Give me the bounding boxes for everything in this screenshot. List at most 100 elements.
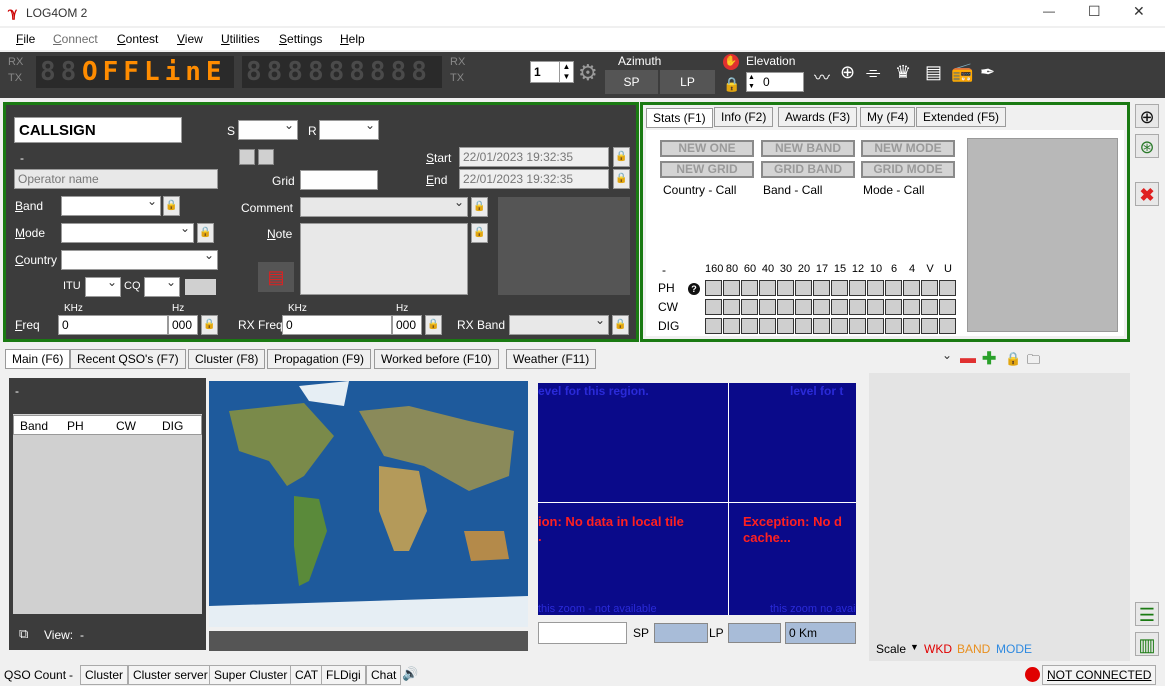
rx-freq-khz-input[interactable]: 0 — [282, 315, 392, 335]
menu-utilities[interactable]: Utilities — [221, 32, 260, 46]
s-report-select[interactable] — [238, 118, 298, 140]
chart-icon[interactable]: ▥ — [1135, 632, 1159, 656]
status-cluster[interactable]: Cluster — [80, 665, 129, 685]
pen-icon[interactable]: ✒ — [980, 62, 995, 83]
add-green-icon[interactable]: ✚ — [982, 349, 996, 369]
radio-spinner[interactable]: ▲ ▼ — [559, 62, 573, 82]
crown-icon[interactable]: ♛ — [895, 62, 911, 83]
tab-my[interactable]: My (F4) — [860, 107, 916, 127]
delete-icon[interactable]: ✖ — [1135, 182, 1159, 206]
lp-button[interactable]: LP — [660, 70, 715, 94]
menu-contest[interactable]: Contest — [117, 32, 158, 46]
antenna-icon[interactable]: ⌯ — [866, 62, 880, 83]
tab-main[interactable]: Main (F6) — [5, 349, 71, 369]
r-report-select[interactable] — [319, 118, 379, 140]
tab-propagation[interactable]: Propagation (F9) — [267, 349, 372, 369]
tab-awards[interactable]: Awards (F3) — [778, 107, 858, 127]
globe-pin-icon[interactable]: ⊛ — [1135, 134, 1159, 158]
elevation-input[interactable]: ▲ ▼ 0 — [746, 72, 804, 92]
folder-icon[interactable]: 🗀 — [1027, 351, 1040, 373]
right-panel-select[interactable] — [879, 348, 955, 371]
freq-khz-input[interactable]: 0 — [58, 315, 168, 335]
status-fldigi[interactable]: FLDigi — [321, 665, 366, 685]
tab-stats[interactable]: Stats (F1) — [646, 108, 713, 128]
start-datetime[interactable]: 22/01/2023 19:32:35 — [459, 147, 609, 167]
qsl-card-icon[interactable]: ▤ — [258, 262, 294, 292]
start-lock-icon[interactable]: 🔒 — [613, 147, 630, 167]
status-cat[interactable]: CAT — [290, 665, 324, 685]
operator-name-input[interactable]: Operator name — [14, 169, 218, 189]
menu-help[interactable]: Help — [340, 32, 365, 46]
band-select[interactable] — [61, 194, 161, 216]
server-icon[interactable]: ▤ — [925, 62, 942, 83]
menu-file[interactable]: File — [16, 32, 35, 46]
tab-info[interactable]: Info (F2) — [714, 107, 774, 127]
minimize-button[interactable]: — — [1043, 4, 1055, 18]
rx-band-select[interactable] — [509, 313, 609, 335]
comment-select[interactable] — [300, 195, 468, 217]
status-super-cluster[interactable]: Super Cluster — [209, 665, 293, 685]
note-lock-icon[interactable]: 🔒 — [471, 223, 488, 243]
not-connected-status[interactable]: NOT CONNECTED — [1042, 665, 1157, 685]
new-grid-button[interactable]: NEW GRID — [660, 161, 754, 178]
band-lock-icon[interactable]: 🔒 — [163, 196, 180, 216]
map-error-left-2: . — [538, 529, 542, 544]
list-icon[interactable]: ☰ — [1135, 602, 1159, 626]
comment-lock-icon[interactable]: 🔒 — [471, 197, 488, 217]
freq-hz-input[interactable]: 000 — [168, 315, 198, 335]
panel-lock-icon[interactable]: 🔒 — [1005, 351, 1021, 367]
qsl-sent-box[interactable] — [239, 149, 255, 165]
tab-cluster[interactable]: Cluster (F8) — [188, 349, 266, 369]
grid-mode-button[interactable]: GRID MODE — [861, 161, 955, 178]
radio-selector[interactable]: 1 ▲ ▼ — [530, 61, 574, 83]
speaker-icon[interactable]: 🔊 — [402, 666, 418, 682]
gear-icon[interactable]: ⚙ — [578, 60, 598, 86]
itu-select[interactable] — [85, 275, 121, 297]
stop-rotator-icon[interactable]: ✋ — [723, 54, 739, 70]
mode-select[interactable] — [61, 221, 194, 243]
add-icon[interactable]: ⊕ — [1135, 104, 1159, 128]
scale-dropdown-icon[interactable]: ▼ — [910, 642, 919, 652]
elevation-spinner[interactable]: ▲ ▼ — [748, 73, 760, 91]
world-map[interactable] — [209, 381, 528, 627]
new-band-button[interactable]: NEW BAND — [761, 140, 855, 157]
callsign-input[interactable]: CALLSIGN — [14, 117, 182, 143]
status-cluster-server[interactable]: Cluster server — [128, 665, 213, 685]
globe-icon[interactable]: ⊕ — [840, 62, 855, 83]
tab-worked-before[interactable]: Worked before (F10) — [374, 349, 499, 369]
maximize-button[interactable]: ☐ — [1088, 3, 1101, 20]
elevation-lock-icon[interactable]: 🔒 — [723, 76, 740, 93]
grid-input[interactable] — [300, 170, 378, 190]
close-button[interactable]: ✕ — [1133, 3, 1145, 20]
propagation-map[interactable]: evel for this region. level for t ion: N… — [538, 383, 856, 615]
rx-band-lock-icon[interactable]: 🔒 — [612, 315, 629, 335]
new-one-button[interactable]: NEW ONE — [660, 140, 754, 157]
tab-weather[interactable]: Weather (F11) — [506, 349, 597, 369]
qsl-received-box[interactable] — [258, 149, 274, 165]
band-cell-ph-17 — [813, 280, 830, 296]
freq-lock-icon[interactable]: 🔒 — [201, 315, 218, 335]
menu-connect[interactable]: Connect — [53, 32, 98, 46]
map-locator-input[interactable] — [538, 622, 627, 644]
menu-view[interactable]: View — [177, 32, 203, 46]
end-datetime[interactable]: 22/01/2023 19:32:35 — [459, 169, 609, 189]
remove-icon[interactable]: ▬ — [960, 350, 976, 368]
grid-band-button[interactable]: GRID BAND — [761, 161, 855, 178]
sp-button[interactable]: SP — [605, 70, 658, 94]
radio-icon[interactable]: 📻 — [951, 62, 973, 83]
new-mode-button[interactable]: NEW MODE — [861, 140, 955, 157]
help-icon[interactable]: ? — [688, 283, 700, 295]
note-textarea[interactable] — [300, 223, 468, 295]
end-lock-icon[interactable]: 🔒 — [613, 169, 630, 189]
mode-lock-icon[interactable]: 🔒 — [197, 223, 214, 243]
cq-select[interactable] — [144, 275, 180, 297]
view-icon[interactable]: ⧉ — [19, 626, 28, 642]
rx-freq-lock-icon[interactable]: 🔒 — [425, 315, 442, 335]
menu-settings[interactable]: Settings — [279, 32, 322, 46]
status-chat[interactable]: Chat — [366, 665, 402, 685]
tab-recent-qsos[interactable]: Recent QSO's (F7) — [70, 349, 186, 369]
signal-icon[interactable]: 〰 — [814, 64, 830, 88]
rx-freq-hz-input[interactable]: 000 — [392, 315, 422, 335]
tab-extended[interactable]: Extended (F5) — [916, 107, 1007, 127]
country-select[interactable] — [61, 248, 218, 270]
